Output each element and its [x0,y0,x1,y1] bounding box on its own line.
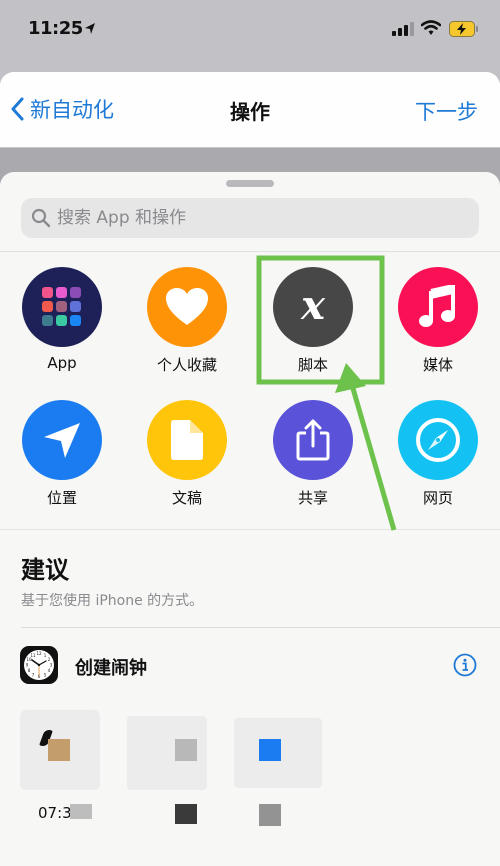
category-sharing[interactable]: 共享 [258,400,368,508]
category-label: 位置 [46,489,77,507]
pixel-block [175,804,197,824]
divider [0,251,500,252]
svg-text:12: 12 [36,651,42,656]
category-web[interactable]: 网页 [383,400,493,508]
search-bar[interactable] [21,198,479,238]
svg-text:7: 7 [32,673,35,678]
status-time: 11:25 [28,18,83,39]
category-label: 共享 [297,489,328,507]
next-button[interactable]: 下一步 [415,96,478,126]
heart-icon [147,267,227,347]
pixel-block [175,739,197,761]
category-label: App [47,354,77,372]
search-icon [31,208,51,228]
svg-text:5: 5 [44,673,47,678]
battery-charging-icon [449,21,478,37]
svg-text:4: 4 [48,668,51,673]
location-arrow-icon [22,400,102,480]
svg-text:1: 1 [44,653,47,658]
info-icon[interactable] [453,653,477,677]
svg-text:x: x [300,285,326,329]
sheet-grabber[interactable] [226,180,274,187]
suggestions-subtitle: 基于您使用 iPhone 的方式。 [21,593,204,609]
document-icon [147,400,227,480]
category-app[interactable]: App [7,267,117,372]
share-icon [273,400,353,480]
cellular-signal-icon [392,22,414,36]
svg-text:2: 2 [48,657,51,662]
script-x-icon: x [273,267,353,347]
category-label: 个人收藏 [156,356,217,374]
category-favorites[interactable]: 个人收藏 [132,267,242,375]
pixelated-suggestions: 07:30 [0,702,500,866]
actions-sheet: App 个人收藏 x 脚本 [0,172,500,866]
category-label: 文稿 [171,489,202,507]
status-bar: 11:25 [0,0,500,62]
pixel-block [259,739,281,761]
category-documents[interactable]: 文稿 [132,400,242,508]
wifi-icon [421,20,441,35]
pixel-block [70,804,92,819]
svg-text:9: 9 [26,663,29,668]
divider [21,627,500,628]
svg-text:8: 8 [28,668,31,673]
category-label: 脚本 [297,356,328,374]
clock-icon: 12 1 2 345 678 9 10 11 [20,646,58,684]
suggestion-label: 创建闹钟 [75,658,147,679]
music-note-icon [398,267,478,347]
svg-text:11: 11 [30,653,36,658]
svg-text:3: 3 [50,663,53,668]
category-location[interactable]: 位置 [7,400,117,508]
category-scripting[interactable]: x 脚本 [258,267,368,375]
category-label: 媒体 [422,356,453,374]
category-media[interactable]: 媒体 [383,267,493,375]
pixel-block [48,739,70,761]
divider [0,529,500,530]
category-label: 网页 [422,489,453,507]
compass-icon [398,400,478,480]
location-arrow-icon [85,23,95,34]
apps-grid-icon [22,267,102,347]
suggestion-item[interactable]: 12 1 2 345 678 9 10 11 创建闹钟 [0,638,500,688]
pixel-block [259,804,281,826]
search-input[interactable] [57,208,457,228]
suggestions-title: 建议 [21,556,69,584]
